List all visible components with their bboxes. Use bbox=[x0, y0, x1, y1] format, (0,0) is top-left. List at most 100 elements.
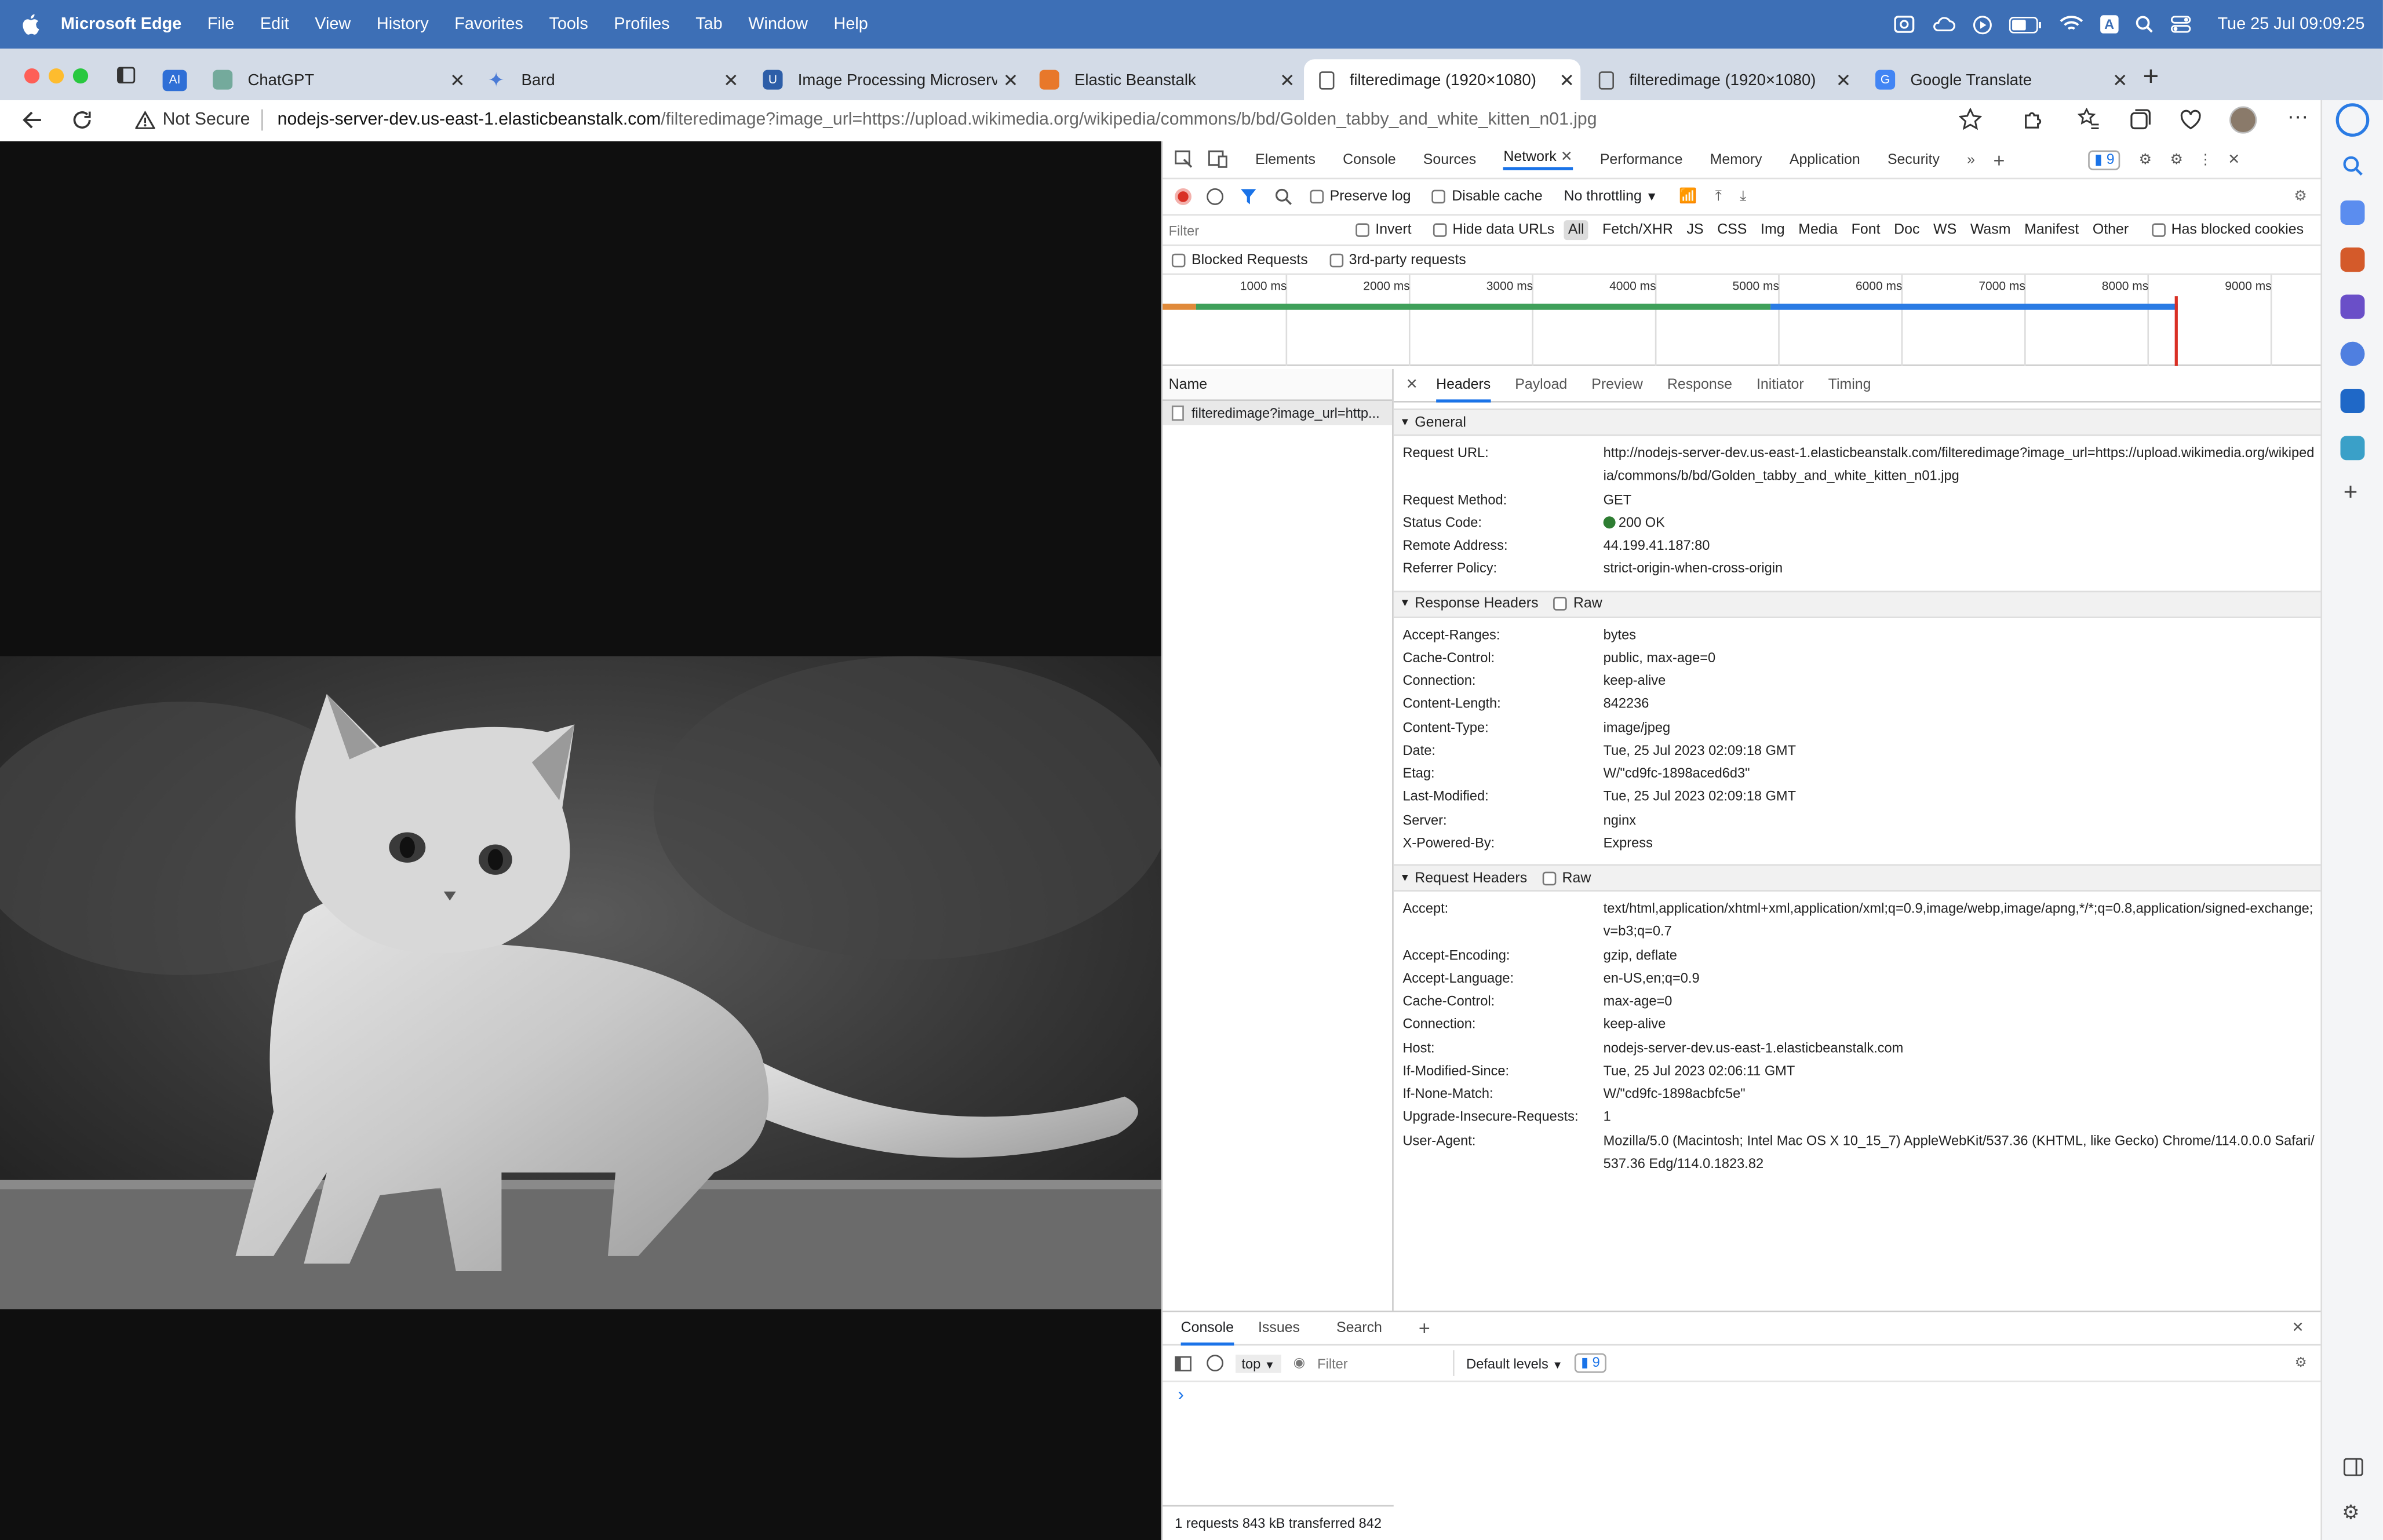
request-headers-section-header[interactable]: ▼ Request Headers Raw bbox=[1393, 864, 2323, 892]
console-prompt[interactable]: › bbox=[1163, 1382, 2322, 1406]
menu-file[interactable]: File bbox=[207, 15, 235, 33]
battery-icon[interactable] bbox=[2008, 16, 2042, 33]
type-filter-doc[interactable]: Doc bbox=[1894, 222, 1919, 239]
tab-elements[interactable]: Elements bbox=[1255, 151, 1316, 168]
apple-menu-icon[interactable] bbox=[0, 14, 61, 35]
type-filter-font[interactable]: Font bbox=[1852, 222, 1881, 239]
filter-funnel-icon[interactable] bbox=[1240, 188, 1257, 205]
type-filter-all[interactable]: All bbox=[1563, 220, 1589, 240]
throttling-select[interactable]: No throttling ▼ bbox=[1564, 188, 1657, 205]
log-levels-select[interactable]: Default levels ▼ bbox=[1466, 1356, 1562, 1371]
sidebar-settings-icon[interactable]: ⚙ bbox=[2342, 1501, 2360, 1525]
menu-window[interactable]: Window bbox=[748, 15, 808, 33]
favorites-list-icon[interactable] bbox=[2077, 108, 2100, 130]
customize-icon[interactable]: ⚙ bbox=[2139, 151, 2152, 168]
network-filter-input[interactable] bbox=[1168, 218, 1347, 243]
menu-history[interactable]: History bbox=[377, 15, 429, 33]
import-har-icon[interactable]: ⤒ bbox=[1715, 188, 1722, 205]
back-arrow-icon[interactable] bbox=[21, 110, 43, 131]
shopping-tag-icon[interactable] bbox=[2340, 200, 2365, 225]
hide-sidebar-icon[interactable] bbox=[2343, 1458, 2363, 1476]
general-section-header[interactable]: ▼ General bbox=[1393, 408, 2323, 436]
add-panel-plus-icon[interactable]: + bbox=[1994, 148, 2005, 171]
devtools-settings-icon[interactable]: ⚙ bbox=[2170, 151, 2183, 168]
console-filter-input[interactable] bbox=[1317, 1350, 1455, 1376]
console-issues-badge[interactable]: ▮ 9 bbox=[1575, 1353, 1606, 1373]
issues-counter-badge[interactable]: ▮ 9 bbox=[2088, 149, 2121, 170]
clear-console-icon[interactable] bbox=[1207, 1355, 1224, 1372]
tab-bard[interactable]: ✦ Bard ✕ bbox=[471, 59, 745, 100]
add-drawer-tab-plus-icon[interactable]: + bbox=[1419, 1317, 1430, 1340]
play-status-icon[interactable] bbox=[1972, 14, 1992, 34]
close-tab-icon[interactable]: ✕ bbox=[1553, 69, 1580, 90]
request-row[interactable]: filteredimage?image_url=http... bbox=[1163, 401, 1393, 425]
add-sidebar-app-plus-icon[interactable]: + bbox=[2344, 480, 2358, 507]
context-select[interactable]: top ▼ bbox=[1236, 1353, 1281, 1373]
drawer-tab-search[interactable]: Search bbox=[1336, 1320, 1382, 1337]
tab-performance[interactable]: Performance bbox=[1600, 151, 1683, 168]
more-panels-chevron-icon[interactable]: » bbox=[1967, 151, 1975, 168]
microsoft-365-icon[interactable] bbox=[2340, 341, 2365, 366]
tab-sources[interactable]: Sources bbox=[1423, 151, 1476, 168]
wifi-icon[interactable] bbox=[2058, 15, 2083, 33]
games-icon[interactable] bbox=[2340, 294, 2365, 319]
type-filter-manifest[interactable]: Manifest bbox=[2024, 222, 2079, 239]
new-tab-plus-icon[interactable]: + bbox=[2143, 61, 2159, 93]
input-source-icon[interactable]: A bbox=[2100, 15, 2119, 34]
menu-favorites[interactable]: Favorites bbox=[454, 15, 523, 33]
close-drawer-icon[interactable]: ✕ bbox=[2292, 1320, 2304, 1337]
drawer-tab-issues[interactable]: Issues bbox=[1258, 1320, 1300, 1337]
bing-chat-icon[interactable] bbox=[2335, 103, 2370, 137]
drop-icon[interactable] bbox=[2340, 436, 2365, 461]
tab-application[interactable]: Application bbox=[1790, 151, 1860, 168]
browser-essentials-icon[interactable] bbox=[2180, 108, 2202, 130]
device-toolbar-icon[interactable] bbox=[1208, 150, 1228, 169]
tab-preview[interactable]: Preview bbox=[1591, 369, 1643, 402]
type-filter-wasm[interactable]: Wasm bbox=[1970, 222, 2011, 239]
tab-ai[interactable]: AI bbox=[152, 59, 198, 100]
favorite-star-icon[interactable] bbox=[1959, 108, 1982, 130]
tab-chatgpt[interactable]: ChatGPT ✕ bbox=[198, 59, 471, 100]
live-expression-eye-icon[interactable]: ◉ bbox=[1293, 1355, 1306, 1371]
sidebar-search-icon[interactable] bbox=[2342, 155, 2363, 176]
type-filter-ws[interactable]: WS bbox=[1933, 222, 1956, 239]
inspect-element-icon[interactable] bbox=[1175, 150, 1193, 169]
menu-tools[interactable]: Tools bbox=[549, 15, 588, 33]
menu-tab[interactable]: Tab bbox=[695, 15, 723, 33]
profile-avatar[interactable] bbox=[2229, 106, 2257, 134]
outlook-status-icon[interactable] bbox=[1893, 15, 1915, 33]
raw-checkbox[interactable] bbox=[1553, 597, 1568, 611]
menu-edit[interactable]: Edit bbox=[260, 15, 289, 33]
name-column-header[interactable]: Name bbox=[1163, 368, 1393, 402]
tab-payload[interactable]: Payload bbox=[1515, 369, 1567, 402]
tab-google-translate[interactable]: G Google Translate ✕ bbox=[1860, 59, 2134, 100]
type-filter-js[interactable]: JS bbox=[1686, 222, 1703, 239]
blocked-requests-checkbox[interactable]: Blocked Requests bbox=[1171, 251, 1308, 268]
menu-view[interactable]: View bbox=[315, 15, 351, 33]
close-window-button[interactable] bbox=[24, 68, 40, 84]
outlook-icon[interactable] bbox=[2340, 389, 2365, 413]
has-blocked-cookies-checkbox[interactable]: Has blocked cookies bbox=[2151, 222, 2304, 239]
cloud-status-icon[interactable] bbox=[1931, 15, 1955, 33]
close-network-tab-icon[interactable]: ✕ bbox=[1561, 149, 1573, 166]
control-center-icon[interactable] bbox=[2170, 15, 2192, 33]
tab-console[interactable]: Console bbox=[1343, 151, 1395, 168]
extensions-puzzle-icon[interactable] bbox=[2021, 108, 2044, 130]
tab-headers[interactable]: Headers bbox=[1436, 369, 1491, 402]
url-path[interactable]: /filteredimage?image_url=https://upload.… bbox=[661, 111, 1597, 129]
third-party-checkbox[interactable]: 3rd-party requests bbox=[1329, 251, 1466, 268]
tab-filteredimage[interactable]: filteredimage (1920×1080) ✕ bbox=[1584, 59, 1857, 100]
spotlight-search-icon[interactable] bbox=[2136, 15, 2154, 33]
drawer-tab-console[interactable]: Console bbox=[1180, 1311, 1234, 1345]
type-filter-fetch[interactable]: Fetch/XHR bbox=[1602, 222, 1673, 239]
console-settings-icon[interactable]: ⚙ bbox=[2295, 1355, 2307, 1371]
raw-checkbox[interactable] bbox=[1542, 871, 1557, 885]
disable-cache-checkbox[interactable]: Disable cache bbox=[1432, 188, 1543, 205]
close-details-icon[interactable]: ✕ bbox=[1406, 377, 1418, 393]
hide-data-urls-checkbox[interactable]: Hide data URLs bbox=[1433, 222, 1554, 239]
tab-memory[interactable]: Memory bbox=[1710, 151, 1762, 168]
close-tab-icon[interactable]: ✕ bbox=[1830, 69, 1857, 90]
type-filter-img[interactable]: Img bbox=[1761, 222, 1785, 239]
tab-network[interactable]: Network ✕ bbox=[1503, 149, 1573, 170]
warning-triangle-icon[interactable] bbox=[135, 111, 155, 129]
